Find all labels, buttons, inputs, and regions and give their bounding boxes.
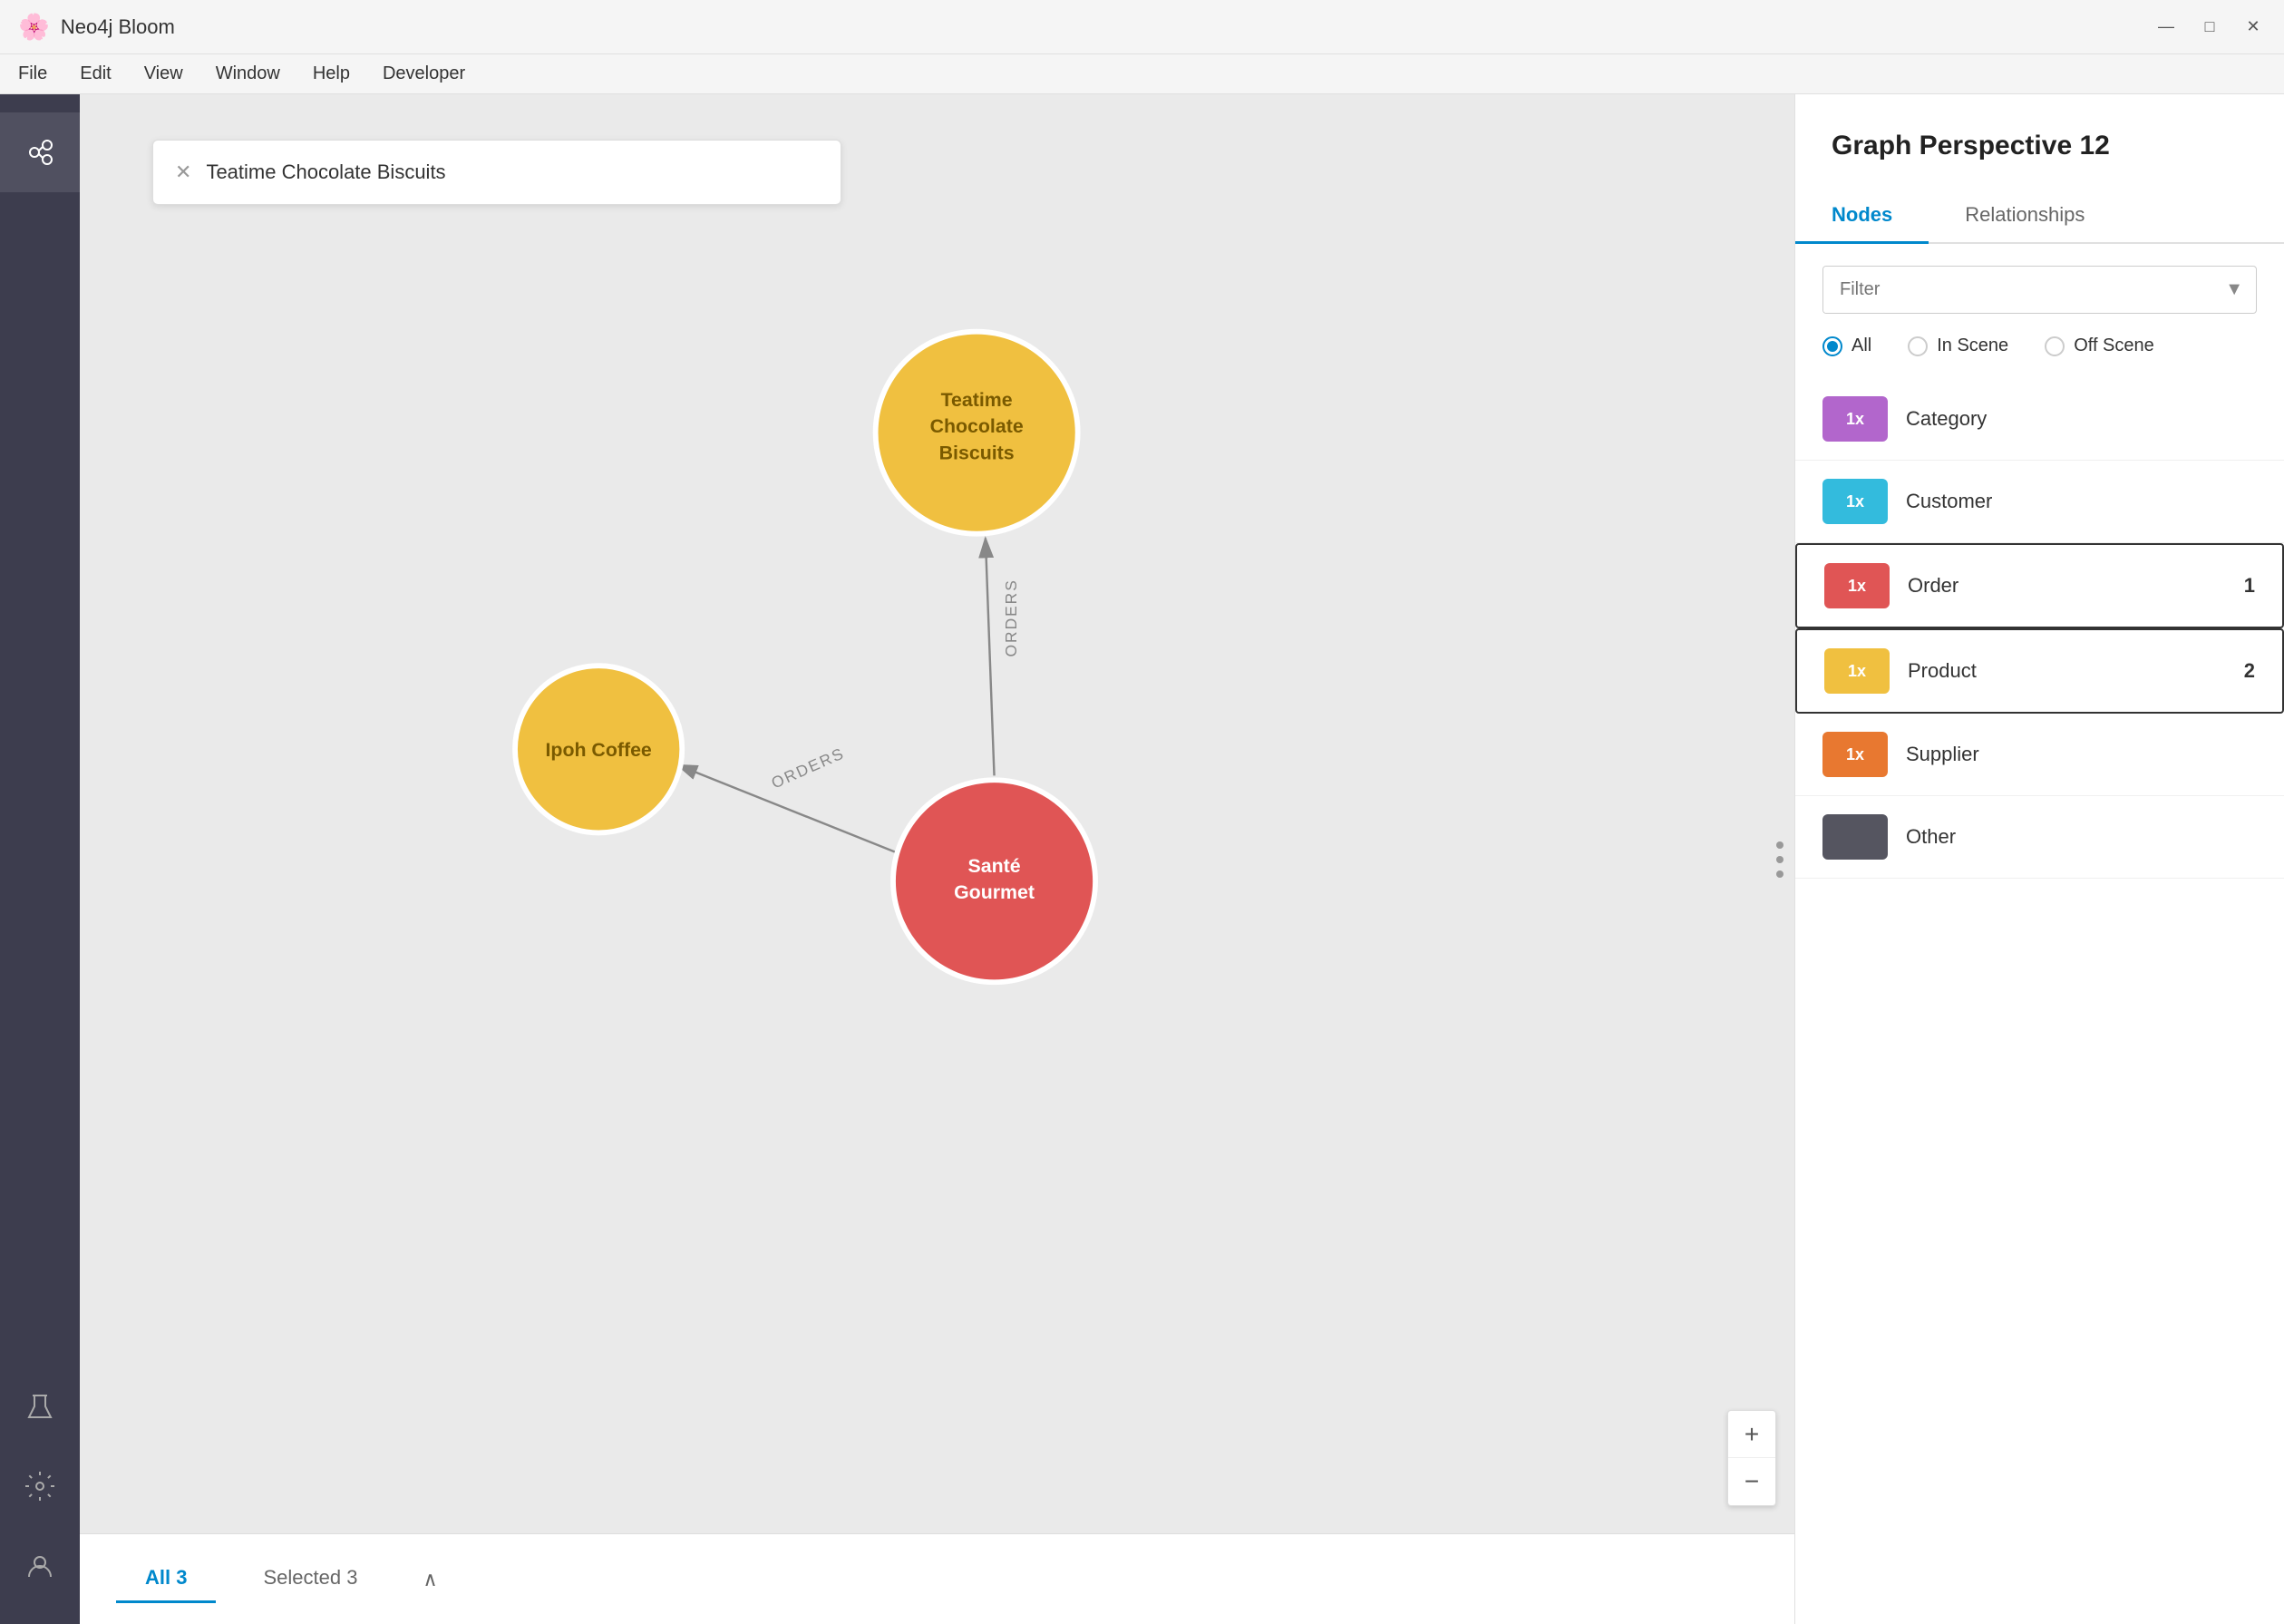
radio-offscene-circle <box>2045 336 2065 356</box>
right-panel: Graph Perspective 12 Nodes Relationships… <box>1794 94 2284 1624</box>
dot-1 <box>1776 841 1783 849</box>
panel-title: Graph Perspective 12 <box>1795 131 2284 189</box>
filter-input[interactable] <box>1823 267 2212 313</box>
titlebar-left: 🌸 Neo4j Bloom <box>18 12 175 42</box>
radio-all-circle <box>1822 336 1842 356</box>
panel-collapse-handle[interactable] <box>1765 841 1794 878</box>
node-label-sante-1: Santé <box>967 855 1020 877</box>
filter-icon: ▼ <box>2212 267 2256 313</box>
dot-3 <box>1776 870 1783 878</box>
radio-row: All In Scene Off Scene <box>1795 335 2284 378</box>
menu-help[interactable]: Help <box>313 63 350 84</box>
node-row-customer[interactable]: 1x Customer <box>1795 461 2284 543</box>
node-row-category[interactable]: 1x Category <box>1795 378 2284 461</box>
graph-canvas[interactable]: ORDERS ORDERS Teatime Chocolate Biscuits… <box>80 94 1794 1624</box>
sidebar-lab-icon[interactable] <box>0 1366 80 1446</box>
node-label-teatime-2: Chocolate <box>930 415 1024 437</box>
node-label-other: Other <box>1906 825 2257 849</box>
bottom-bar: All 3 Selected 3 ∧ <box>80 1533 1794 1624</box>
node-label-supplier: Supplier <box>1906 743 2257 766</box>
node-label-category: Category <box>1906 407 2257 431</box>
tab-relationships[interactable]: Relationships <box>1929 189 2121 244</box>
node-label-teatime-3: Biscuits <box>939 442 1015 463</box>
menu-file[interactable]: File <box>18 63 47 84</box>
node-row-product[interactable]: 1x Product 2 <box>1795 628 2284 714</box>
node-badge-product: 1x <box>1824 648 1890 694</box>
sidebar-settings-icon[interactable] <box>0 1446 80 1526</box>
maximize-button[interactable]: □ <box>2197 15 2222 40</box>
edge-label-orders-1: ORDERS <box>1002 579 1020 656</box>
node-badge-other <box>1822 814 1888 860</box>
titlebar: 🌸 Neo4j Bloom — □ ✕ <box>0 0 2284 54</box>
sidebar <box>0 94 80 1624</box>
dot-2 <box>1776 856 1783 863</box>
zoom-in-button[interactable]: + <box>1728 1411 1775 1458</box>
radio-offscene[interactable]: Off Scene <box>2045 335 2154 356</box>
node-badge-order: 1x <box>1824 563 1890 608</box>
zoom-controls: + − <box>1727 1410 1776 1506</box>
sidebar-graph-icon[interactable] <box>0 112 80 192</box>
node-label-order: Order <box>1908 574 2226 598</box>
node-badge-category: 1x <box>1822 396 1888 442</box>
node-label-customer: Customer <box>1906 490 2257 513</box>
node-badge-customer: 1x <box>1822 479 1888 524</box>
menu-window[interactable]: Window <box>216 63 280 84</box>
radio-inscene[interactable]: In Scene <box>1908 335 2008 356</box>
panel-tabs: Nodes Relationships <box>1795 189 2284 244</box>
radio-inscene-circle <box>1908 336 1928 356</box>
node-row-order[interactable]: 1x Order 1 <box>1795 543 2284 628</box>
search-value: Teatime Chocolate Biscuits <box>206 160 445 184</box>
sidebar-profile-icon[interactable] <box>0 1526 80 1606</box>
node-label-ipoh: Ipoh Coffee <box>546 739 652 761</box>
menu-view[interactable]: View <box>144 63 183 84</box>
app-logo: 🌸 <box>18 12 50 42</box>
radio-all-label: All <box>1851 335 1871 356</box>
titlebar-controls: — □ ✕ <box>2153 15 2266 40</box>
search-close-button[interactable]: ✕ <box>175 160 191 184</box>
menubar: File Edit View Window Help Developer <box>0 54 2284 94</box>
tab-nodes[interactable]: Nodes <box>1795 189 1929 244</box>
sidebar-bottom <box>0 1366 80 1606</box>
radio-inscene-label: In Scene <box>1937 335 2008 356</box>
node-badge-supplier: 1x <box>1822 732 1888 777</box>
node-count-product: 2 <box>2244 659 2255 683</box>
radio-offscene-label: Off Scene <box>2074 335 2154 356</box>
tab-all[interactable]: All 3 <box>116 1555 216 1603</box>
app-title: Neo4j Bloom <box>61 15 175 39</box>
node-list: 1x Category 1x Customer 1x Order 1 1x Pr… <box>1795 378 2284 1624</box>
node-label-product: Product <box>1908 659 2226 683</box>
edge-orders-1 <box>986 539 995 776</box>
node-label-teatime: Teatime <box>941 389 1013 411</box>
filter-row: ▼ <box>1822 266 2257 314</box>
node-label-sante-2: Gourmet <box>954 881 1035 903</box>
close-button[interactable]: ✕ <box>2240 15 2266 40</box>
menu-developer[interactable]: Developer <box>383 63 465 84</box>
minimize-button[interactable]: — <box>2153 15 2179 40</box>
search-bar: ✕ Teatime Chocolate Biscuits <box>152 140 841 205</box>
expand-icon[interactable]: ∧ <box>423 1568 437 1591</box>
radio-all[interactable]: All <box>1822 335 1871 356</box>
node-count-order: 1 <box>2244 574 2255 598</box>
menu-edit[interactable]: Edit <box>80 63 111 84</box>
zoom-out-button[interactable]: − <box>1728 1458 1775 1505</box>
edge-label-orders-2: ORDERS <box>769 744 848 792</box>
node-row-supplier[interactable]: 1x Supplier <box>1795 714 2284 796</box>
tab-selected[interactable]: Selected 3 <box>234 1555 386 1603</box>
main-layout: ✕ Teatime Chocolate Biscuits ORDERS ORDE… <box>0 94 2284 1624</box>
graph-area[interactable]: ✕ Teatime Chocolate Biscuits ORDERS ORDE… <box>80 94 1794 1624</box>
node-row-other[interactable]: Other <box>1795 796 2284 879</box>
